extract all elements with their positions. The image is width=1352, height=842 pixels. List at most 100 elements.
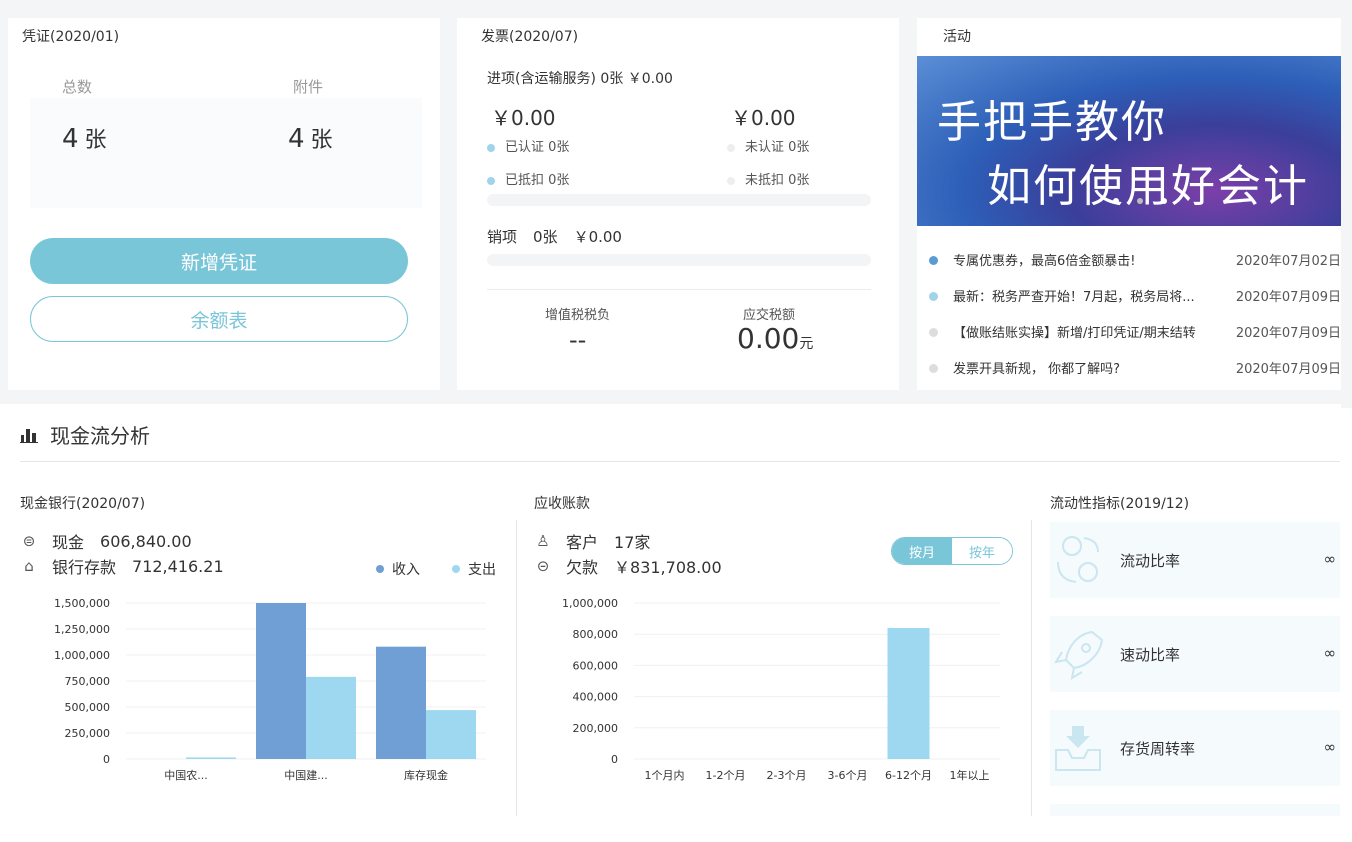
undeducted-dot [727, 176, 735, 185]
tax-due-label: 应交税额 [743, 308, 796, 323]
section-divider [20, 461, 1340, 462]
section-divider-band [0, 390, 1352, 404]
x-tick-label: 3-6个月 [828, 769, 868, 782]
tax-due-value: 0.00元 [737, 322, 814, 355]
liquidity-item-current-ratio[interactable]: 流动比率 ∞ [1050, 522, 1340, 598]
x-tick-label: 中国农... [164, 768, 208, 782]
carousel-dot[interactable] [1113, 198, 1119, 204]
y-tick-label: 1,000,000 [54, 649, 110, 662]
y-tick-label: 250,000 [65, 727, 111, 740]
liquidity-item-partial [1050, 804, 1340, 816]
bar [186, 757, 236, 759]
uncertified-status: 未认证 0张 [727, 136, 809, 155]
y-tick-label: 400,000 [573, 691, 619, 704]
period-toggle: 按月 按年 [891, 537, 1013, 565]
background-gap [899, 18, 917, 390]
add-voucher-button[interactable]: 新增凭证 [30, 238, 408, 284]
activity-banner[interactable]: 手把手教你 如何使用好会计 [917, 56, 1341, 226]
news-dot [929, 328, 938, 337]
liquidity-item-inventory-turnover[interactable]: 存货周转率 ∞ [1050, 710, 1340, 786]
carousel-dot[interactable] [1137, 198, 1143, 204]
input-progress-bar [487, 194, 871, 206]
background-gap [1341, 18, 1352, 408]
x-tick-label: 1-2个月 [706, 769, 746, 782]
y-tick-label: 750,000 [65, 675, 111, 688]
legend-expense[interactable]: 支出 [452, 559, 496, 579]
cash-bank-chart: 0 250,000 500,000 750,000 1,000,000 1,250,000… [54, 597, 486, 782]
y-tick-label: 0 [611, 753, 618, 766]
receivable-chart: 0 200,000 400,000 600,000 800,000 1,000,000 1个… [562, 597, 1000, 782]
input-amount-left: ￥0.00 [491, 106, 556, 130]
activity-card: 活动 手把手教你 如何使用好会计 专属优惠券，最高6倍金额暴击! 2020年07… [917, 18, 1341, 390]
news-item[interactable]: 专属优惠券，最高6倍金额暴击! 2020年07月02日 [929, 250, 1341, 270]
y-tick-label: 1,000,000 [562, 597, 618, 610]
undeducted-status: 未抵扣 0张 [727, 169, 809, 188]
current-ratio-value: ∞ [1323, 550, 1337, 568]
x-tick-label: 中国建... [284, 768, 328, 782]
cash-bank-title: 现金银行(2020/07) [20, 496, 146, 512]
x-tick-label: 6-12个月 [885, 769, 932, 782]
user-icon: ♙ [536, 532, 550, 550]
news-dot [929, 364, 938, 373]
carousel-dot[interactable] [1161, 198, 1167, 204]
certified-status: 已认证 0张 [487, 136, 569, 155]
quick-ratio-value: ∞ [1323, 644, 1337, 662]
liquidity-item-quick-ratio[interactable]: 速动比率 ∞ [1050, 616, 1340, 692]
rocket-icon [1053, 630, 1104, 681]
bar [306, 676, 356, 759]
cashflow-section-title: 现金流分析 [20, 420, 150, 449]
input-amount-right: ￥0.00 [731, 106, 796, 130]
x-tick-label: 1个月内 [645, 768, 685, 782]
yen-icon: ⊜ [22, 532, 36, 550]
voucher-title: 凭证(2020/01) [22, 29, 120, 45]
y-tick-label: 0 [103, 753, 110, 766]
toggle-by-year[interactable]: 按年 [952, 538, 1012, 564]
voucher-total-label: 总数 [62, 78, 93, 96]
bank-icon: ⌂ [24, 557, 34, 575]
x-tick-label: 1年以上 [950, 768, 990, 782]
legend-income-dot [376, 565, 384, 573]
y-tick-label: 1,250,000 [54, 623, 110, 636]
column-divider [1031, 520, 1032, 816]
news-dot [929, 256, 938, 265]
y-tick-label: 600,000 [573, 659, 619, 672]
voucher-card: 凭证(2020/01) 总数 4张 附件 4张 新增凭证 余额表 [8, 18, 440, 390]
y-tick-label: 800,000 [573, 628, 619, 641]
y-tick-label: 200,000 [573, 722, 619, 735]
bar [426, 710, 476, 759]
voucher-total-value: 4张 [62, 124, 107, 154]
legend-income[interactable]: 收入 [376, 559, 420, 579]
uncertified-dot [727, 143, 735, 152]
inventory-turnover-label: 存货周转率 [1120, 740, 1196, 758]
deducted-dot [487, 176, 495, 185]
balance-sheet-button[interactable]: 余额表 [30, 296, 408, 342]
liquidity-title: 流动性指标(2019/12) [1050, 496, 1190, 512]
toggle-by-month[interactable]: 按月 [892, 538, 952, 564]
bar [256, 603, 306, 759]
voucher-attach-value: 4张 [288, 124, 333, 154]
cash-row: ⊜ 现金 606,840.00 [20, 529, 192, 553]
bank-row: ⌂ 银行存款 712,416.21 [20, 554, 223, 578]
deducted-status: 已抵扣 0张 [487, 169, 569, 188]
news-item[interactable]: 最新：税务严查开始！7月起，税务局将... 2020年07月09日 [929, 286, 1341, 306]
banner-headline-2: 如何使用好会计 [987, 161, 1309, 212]
top-background [0, 0, 1352, 18]
news-item[interactable]: 【做账结账实操】新增/打印凭证/期末结转 2020年07月09日 [929, 322, 1341, 342]
background-gap [440, 18, 457, 390]
column-divider [516, 520, 517, 816]
vat-burden-value: -- [569, 326, 587, 354]
owed-row: ⊝ 欠款 ￥831,708.00 [534, 554, 722, 578]
bar [887, 627, 930, 759]
inventory-turnover-value: ∞ [1323, 738, 1337, 756]
inbox-icon [1055, 726, 1101, 771]
customer-row: ♙ 客户 17家 [534, 529, 650, 553]
receivable-title: 应收账款 [534, 496, 590, 512]
output-invoice-summary: 销项 0张 ￥0.00 [487, 228, 622, 246]
news-item[interactable]: 发票开具新规， 你都了解吗? 2020年07月09日 [929, 358, 1341, 378]
invoice-card: 发票(2020/07) 进项(含运输服务) 0张 ￥0.00 ￥0.00 ￥0.… [457, 18, 899, 390]
certified-dot [487, 143, 495, 152]
output-progress-bar [487, 254, 871, 266]
news-dot [929, 292, 938, 301]
x-tick-label: 2-3个月 [767, 769, 807, 782]
bar-chart-icon [20, 428, 38, 443]
